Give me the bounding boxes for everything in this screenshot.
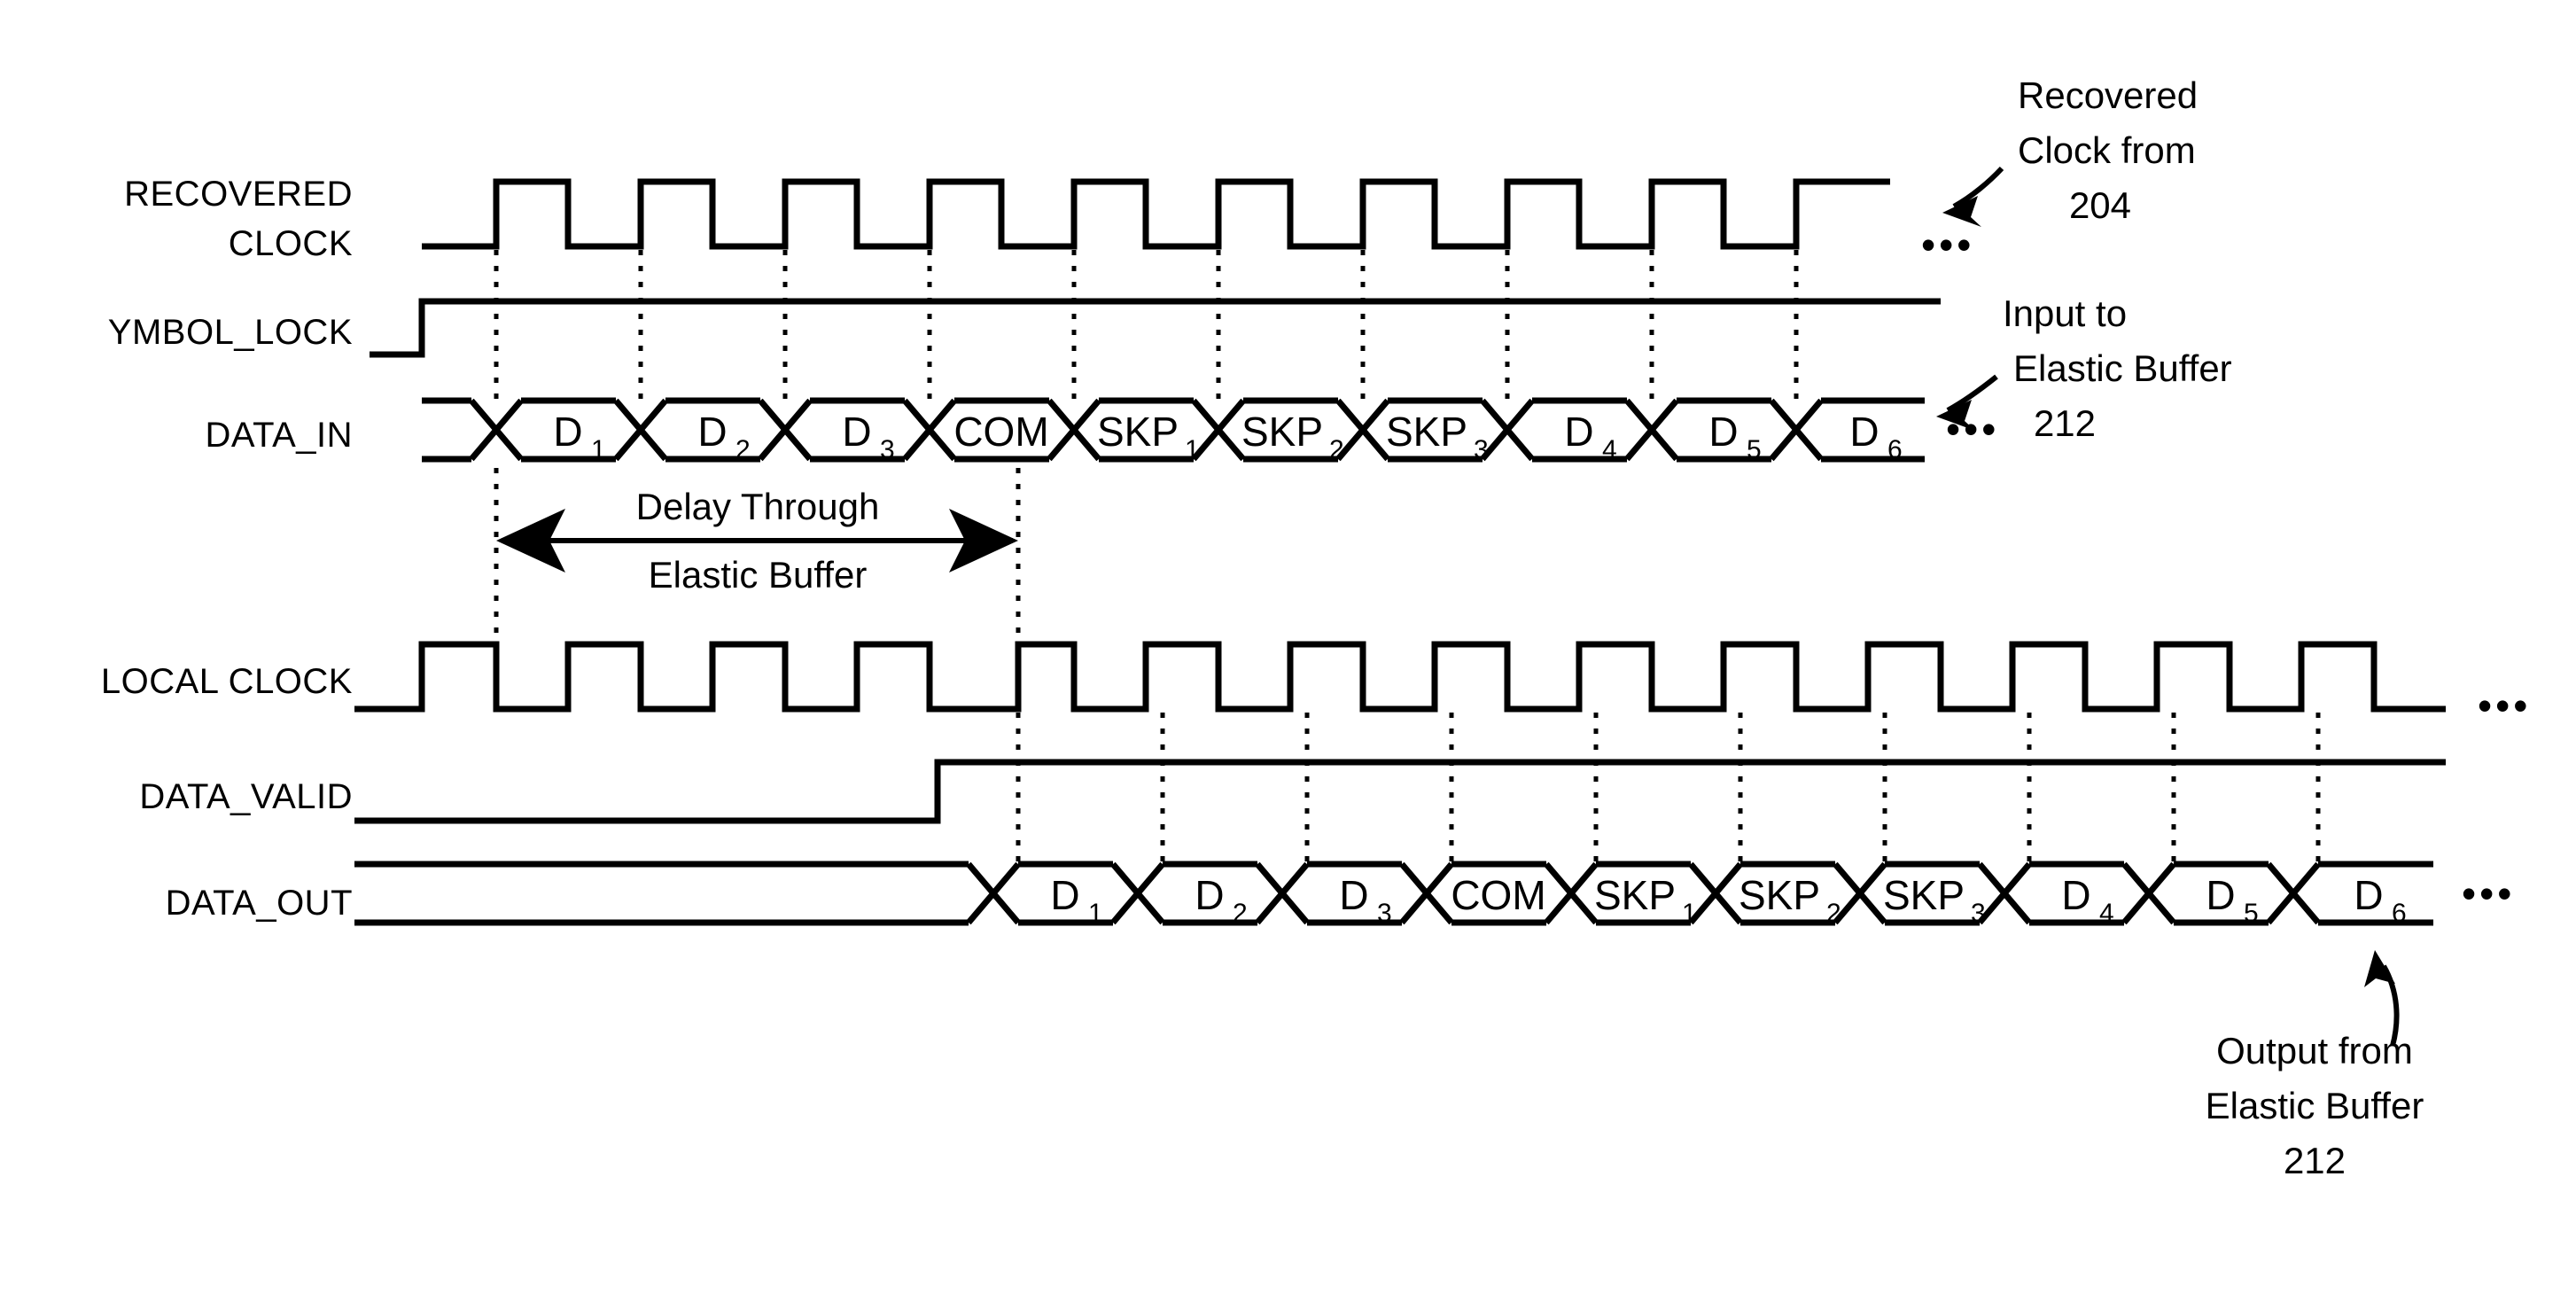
data-in-cell-sub-2: 3 <box>880 435 895 464</box>
data-out-cell-text-8: D <box>2206 872 2235 918</box>
recovered-clock-note-line1: Recovered <box>2018 74 2198 116</box>
data-out-cell-sub-7: 4 <box>2099 899 2114 928</box>
data-in-cell-sub-5: 2 <box>1329 435 1344 464</box>
alignment-dotted-lines-bottom <box>1016 713 2321 864</box>
data-in-cell-text-3: COM <box>953 409 1048 455</box>
data-out-cell-text-9: D <box>2354 872 2383 918</box>
data-out-cell-text-5: SKP <box>1739 872 1820 918</box>
data-out-ellipsis: ••• <box>2462 870 2515 916</box>
data-out-cell-sub-1: 2 <box>1233 899 1248 928</box>
data-out-cell-text-1: D <box>1195 872 1224 918</box>
label-recovered-clock-line1: RECOVERED <box>124 175 353 214</box>
data-out-cell-sub-5: 2 <box>1826 899 1841 928</box>
data-out-cell-text-0: D <box>1050 872 1079 918</box>
data-out-cell-sub-0: 1 <box>1088 899 1103 928</box>
data-out-cell-sub-2: 3 <box>1377 899 1392 928</box>
label-data-valid: DATA_VALID <box>139 777 353 816</box>
data-valid-waveform <box>354 759 2446 824</box>
data-out-cell-text-3: COM <box>1451 872 1545 918</box>
data-in-cell-sub-6: 3 <box>1474 435 1489 464</box>
data-in-cell-sub-9: 6 <box>1887 435 1903 464</box>
data-in-cell-text-5: SKP <box>1241 409 1323 455</box>
timing-diagram-canvas: RECOVERED CLOCK YMBOL_LOCK DATA_IN LOCAL… <box>0 0 2576 1309</box>
data-in-cell-text-9: D <box>1849 409 1879 455</box>
signal-labels: RECOVERED CLOCK YMBOL_LOCK DATA_IN LOCAL… <box>101 175 353 923</box>
input-note-line1: Input to <box>2003 292 2127 334</box>
delay-note-line2: Elastic Buffer <box>649 554 868 596</box>
output-elastic-buffer-annotation: Output from Elastic Buffer 212 <box>2206 950 2424 1181</box>
label-data-out: DATA_OUT <box>166 884 353 923</box>
data-out-cell-sub-8: 5 <box>2244 899 2259 928</box>
data-out-cell-sub-6: 3 <box>1971 899 1986 928</box>
local-clock-waveform <box>354 641 2446 713</box>
data-in-cell-text-1: D <box>697 409 727 455</box>
data-in-cell-sub-8: 5 <box>1747 435 1762 464</box>
data-in-cell-sub-7: 4 <box>1602 435 1617 464</box>
data-in-cell-text-7: D <box>1564 409 1593 455</box>
timing-diagram-svg: RECOVERED CLOCK YMBOL_LOCK DATA_IN LOCAL… <box>101 74 2531 1181</box>
recovered-clock-note-line3: 204 <box>2069 184 2131 226</box>
data-in-cell-sub-1: 2 <box>735 435 751 464</box>
label-recovered-clock-line2: CLOCK <box>229 224 353 263</box>
alignment-dotted-lines-top <box>494 250 1799 401</box>
output-note-line2: Elastic Buffer <box>2206 1085 2424 1126</box>
delay-through-elastic-buffer-annotation: Delay Through Elastic Buffer <box>496 486 1018 596</box>
delay-note-line1: Delay Through <box>636 486 880 527</box>
data-in-cell-text-8: D <box>1708 409 1738 455</box>
data-out-cell-text-7: D <box>2061 872 2090 918</box>
input-note-line3: 212 <box>2034 402 2096 444</box>
input-note-line2: Elastic Buffer <box>2013 347 2232 389</box>
data-out-cell-text-2: D <box>1339 872 1368 918</box>
output-note-line3: 212 <box>2284 1140 2346 1181</box>
data-in-cell-text-0: D <box>553 409 582 455</box>
label-data-in: DATA_IN <box>206 416 354 455</box>
data-out-waveform <box>354 861 2433 926</box>
label-symbol-lock: YMBOL_LOCK <box>108 313 353 352</box>
data-out-cell-sub-9: 6 <box>2392 899 2407 928</box>
data-in-cell-text-2: D <box>842 409 871 455</box>
data-out-cell-text-6: SKP <box>1883 872 1965 918</box>
local-clock-ellipsis: ••• <box>2478 682 2531 729</box>
data-in-cell-sub-0: 1 <box>591 435 606 464</box>
recovered-clock-annotation: Recovered Clock from 204 <box>1942 74 2198 227</box>
recovered-clock-note-line2: Clock from <box>2018 129 2196 171</box>
data-in-cell-text-6: SKP <box>1386 409 1467 455</box>
label-local-clock: LOCAL CLOCK <box>101 662 353 701</box>
recovered-clock-ellipsis: ••• <box>1921 222 1974 268</box>
data-in-cell-text-4: SKP <box>1097 409 1179 455</box>
data-out-cell-text-4: SKP <box>1594 872 1676 918</box>
data-out-cell-sub-4: 1 <box>1682 899 1697 928</box>
data-in-cell-sub-4: 1 <box>1185 435 1200 464</box>
symbol-lock-waveform <box>370 298 1941 358</box>
output-note-line1: Output from <box>2216 1030 2413 1071</box>
recovered-clock-waveform <box>422 178 1890 250</box>
